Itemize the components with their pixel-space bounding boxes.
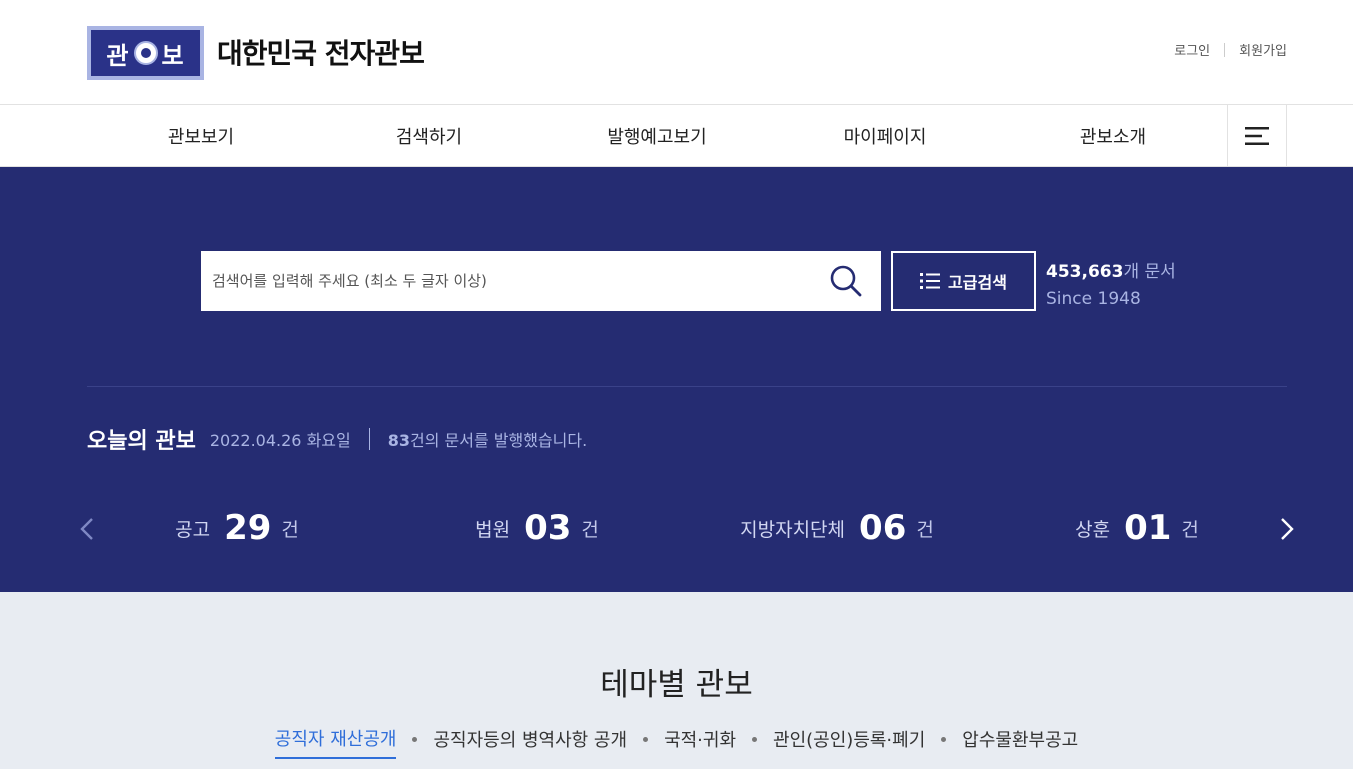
- nav-item-mypage[interactable]: 마이페이지: [771, 105, 999, 166]
- today-count-number: 83: [387, 431, 410, 450]
- stat-label: 법원: [475, 518, 511, 541]
- tab-seized-property[interactable]: 압수물환부공고: [962, 726, 1078, 758]
- theme-tabs: 공직자 재산공개 공직자등의 병역사항 공개 국적·귀화 관인(공인)등록·폐기…: [0, 725, 1353, 759]
- nav-item-gazette-view[interactable]: 관보보기: [87, 105, 315, 166]
- stat-notice[interactable]: 공고 29 건: [87, 503, 387, 553]
- today-count-text: 건의 문서를 발행했습니다.: [410, 431, 588, 450]
- search-button[interactable]: [811, 251, 881, 311]
- tab-seal-registration[interactable]: 관인(공인)등록·폐기: [773, 726, 925, 758]
- nav-item-search[interactable]: 검색하기: [315, 105, 543, 166]
- stat-court[interactable]: 법원 03 건: [387, 503, 687, 553]
- tab-nationality[interactable]: 국적·귀화: [664, 726, 736, 758]
- tab-military-service[interactable]: 공직자등의 병역사항 공개: [433, 726, 627, 758]
- signup-link[interactable]: 회원가입: [1239, 40, 1287, 59]
- site-header: 관 보 대한민국 전자관보 로그인 회원가입: [0, 0, 1353, 105]
- list-icon: [920, 273, 941, 289]
- search-box: [201, 251, 881, 311]
- nav-item-about[interactable]: 관보소개: [999, 105, 1227, 166]
- stat-value: 01: [1124, 508, 1172, 548]
- stat-decoration[interactable]: 상훈 01 건: [987, 503, 1287, 553]
- bullet: [752, 736, 758, 742]
- emblem-icon: [133, 41, 158, 65]
- stat-unit: 건: [916, 518, 934, 541]
- today-gazette: 오늘의 관보 2022.04.26 화요일 83건의 문서를 발행했습니다.: [87, 423, 587, 455]
- advanced-search-label: 고급검색: [948, 273, 1007, 292]
- nav-item-upcoming[interactable]: 발행예고보기: [543, 105, 771, 166]
- document-count: 453,663개 문서 Since 1948: [1046, 259, 1176, 313]
- stat-value: 06: [859, 508, 907, 548]
- divider: [368, 428, 370, 450]
- stat-value: 29: [224, 508, 272, 548]
- site-title[interactable]: 대한민국 전자관보: [217, 32, 425, 72]
- since-label: Since 1948: [1046, 289, 1141, 309]
- menu-button[interactable]: [1227, 105, 1287, 166]
- bullet: [412, 736, 418, 742]
- today-date: 2022.04.26 화요일: [209, 431, 351, 450]
- bullet: [941, 736, 947, 742]
- stat-local-gov[interactable]: 지방자치단체 06 건: [687, 503, 987, 553]
- logo-text-left: 관: [106, 41, 130, 70]
- login-link[interactable]: 로그인: [1174, 40, 1210, 59]
- main-nav: 관보보기 검색하기 발행예고보기 마이페이지 관보소개: [0, 105, 1353, 167]
- theme-title: 테마별 관보: [600, 667, 753, 703]
- search-input[interactable]: [201, 251, 811, 311]
- hero-section: 고급검색 453,663개 문서 Since 1948 오늘의 관보 2022.…: [0, 167, 1353, 592]
- logo-text-right: 보: [161, 41, 185, 70]
- stat-value: 03: [524, 508, 572, 548]
- today-title: 오늘의 관보: [87, 429, 196, 454]
- utility-links: 로그인 회원가입: [1174, 40, 1287, 59]
- bullet: [643, 736, 649, 742]
- chevron-right-icon: [1281, 518, 1294, 540]
- today-count: 83건의 문서를 발행했습니다.: [388, 427, 587, 451]
- doc-count-unit: 개 문서: [1123, 262, 1176, 282]
- search-icon: [830, 265, 862, 297]
- advanced-search-button[interactable]: 고급검색: [891, 251, 1036, 311]
- stat-label: 공고: [175, 518, 211, 541]
- divider: [87, 386, 1287, 387]
- stat-label: 지방자치단체: [740, 518, 846, 541]
- stat-label: 상훈: [1075, 518, 1111, 541]
- tab-asset-disclosure[interactable]: 공직자 재산공개: [274, 725, 397, 759]
- stat-unit: 건: [581, 518, 599, 541]
- divider: [1224, 42, 1226, 57]
- stat-unit: 건: [1181, 518, 1199, 541]
- hamburger-icon: [1245, 126, 1269, 145]
- doc-count-number: 453,663: [1046, 262, 1124, 282]
- logo[interactable]: 관 보: [87, 26, 204, 80]
- theme-section: 테마별 관보 공직자 재산공개 공직자등의 병역사항 공개 국적·귀화 관인(공…: [0, 592, 1353, 769]
- next-arrow-button[interactable]: [1272, 512, 1302, 546]
- stat-unit: 건: [281, 518, 299, 541]
